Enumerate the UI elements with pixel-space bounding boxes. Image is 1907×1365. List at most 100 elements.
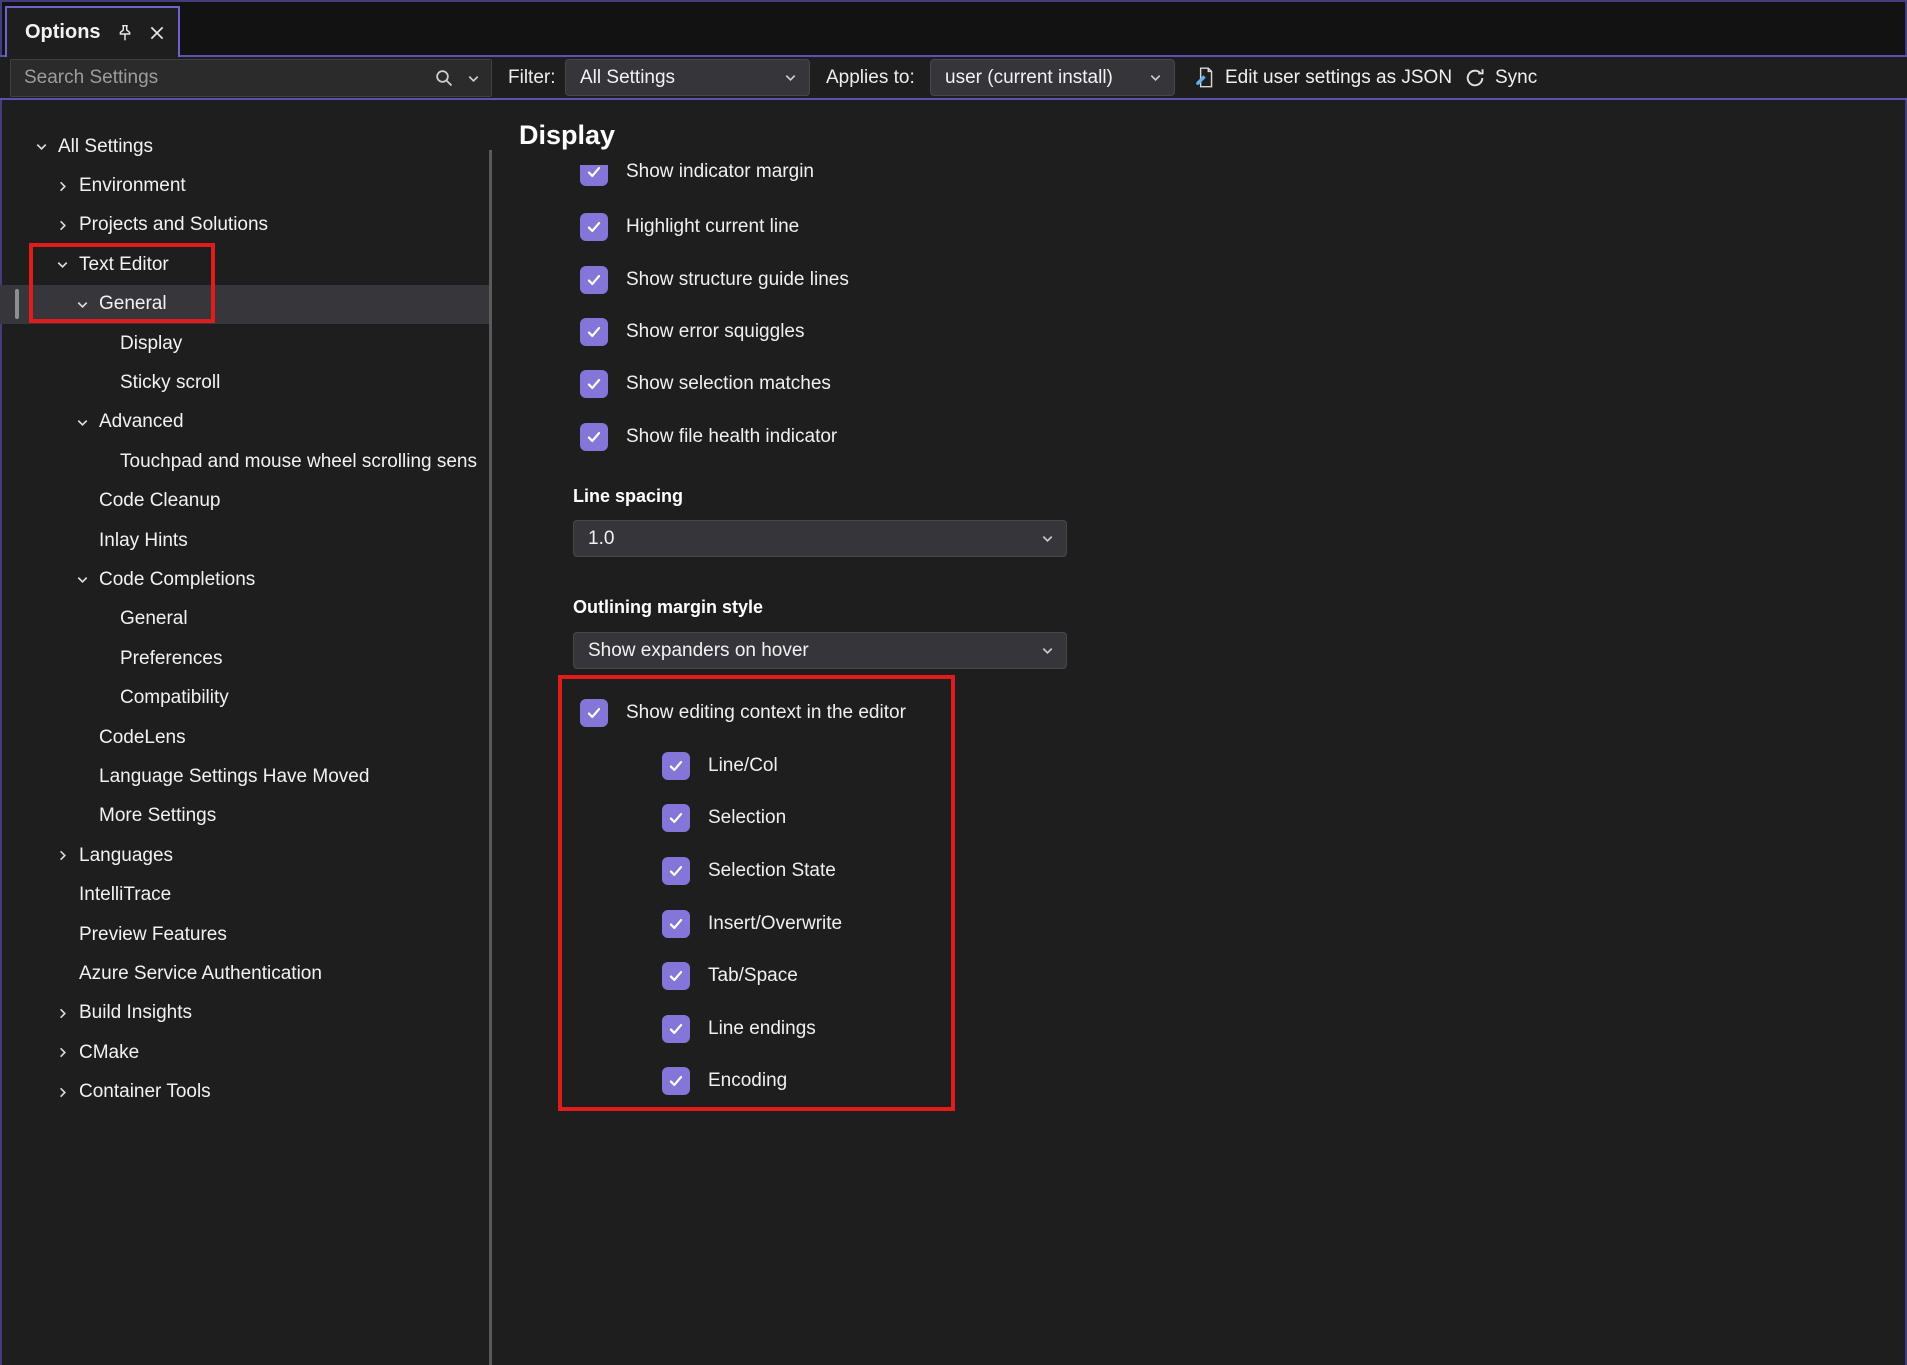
tree-item-label: General [120, 608, 188, 630]
tree-item-label: Sticky scroll [120, 372, 220, 394]
checkbox-line-endings[interactable] [662, 1015, 690, 1043]
tree-item-code-cleanup[interactable]: Code Cleanup [0, 482, 489, 521]
chevron-down-icon[interactable] [75, 415, 99, 430]
search-icon[interactable] [434, 68, 454, 88]
sync-label: Sync [1495, 67, 1537, 89]
tree-item-label: Environment [79, 175, 186, 197]
tree-item-label: All Settings [58, 136, 153, 158]
chevron-down-icon[interactable] [75, 297, 99, 312]
chevron-down-icon [1040, 531, 1055, 546]
tree-item-projects-and-solutions[interactable]: Projects and Solutions [0, 206, 489, 245]
tree-item-build-insights[interactable]: Build Insights [0, 994, 489, 1033]
applies-to-dropdown[interactable]: user (current install) [930, 59, 1175, 96]
checkbox-label: Show error squiggles [626, 321, 804, 343]
tree-item-display[interactable]: Display [0, 324, 489, 363]
filter-dropdown[interactable]: All Settings [565, 59, 810, 96]
chevron-down-icon[interactable] [75, 572, 99, 587]
chevron-right-icon[interactable] [55, 179, 79, 194]
tree-item-preferences[interactable]: Preferences [0, 639, 489, 678]
outlining-margin-style-value: Show expanders on hover [588, 640, 809, 662]
applies-to-label: Applies to: [826, 57, 915, 98]
tree-item-languages[interactable]: Languages [0, 836, 489, 875]
chevron-right-icon[interactable] [55, 1006, 79, 1021]
tree-item-codelens[interactable]: CodeLens [0, 718, 489, 757]
tree-scrollbar[interactable] [489, 150, 492, 1365]
annotation-box-editing-context [558, 675, 955, 1111]
chevron-down-icon [783, 70, 798, 85]
checkbox-label: Insert/Overwrite [708, 913, 842, 935]
edit-settings-json-label: Edit user settings as JSON [1225, 67, 1452, 89]
sync-button[interactable]: Sync [1464, 57, 1537, 98]
pin-icon[interactable] [116, 24, 134, 42]
tree-item-label: CodeLens [99, 727, 186, 749]
chevron-down-icon[interactable] [55, 257, 79, 272]
filter-label: Filter: [508, 57, 556, 98]
outlining-margin-style-dropdown[interactable]: Show expanders on hover [573, 632, 1067, 669]
tree-item-language-settings-moved[interactable]: Language Settings Have Moved [0, 757, 489, 796]
tree-item-sticky-scroll[interactable]: Sticky scroll [0, 363, 489, 402]
tree-item-label: Compatibility [120, 687, 229, 709]
setting-row: Show selection matches [580, 370, 831, 398]
checkbox-selection[interactable] [662, 804, 690, 832]
tree-item-preview-features[interactable]: Preview Features [0, 915, 489, 954]
checkbox-label: Highlight current line [626, 216, 799, 238]
checkbox-show-indicator-margin[interactable] [580, 158, 608, 186]
search-input[interactable] [11, 67, 422, 89]
tree-item-more-settings[interactable]: More Settings [0, 797, 489, 836]
options-tab[interactable]: Options [5, 6, 180, 57]
sync-icon [1464, 67, 1486, 89]
setting-row: Line/Col [662, 752, 778, 780]
checkbox-insert-overwrite[interactable] [662, 910, 690, 938]
tree-item-code-completions-general[interactable]: General [0, 600, 489, 639]
tree-item-inlay-hints[interactable]: Inlay Hints [0, 521, 489, 560]
tree-item-touchpad-scrolling[interactable]: Touchpad and mouse wheel scrolling sens [0, 442, 489, 481]
tree-item-environment[interactable]: Environment [0, 166, 489, 205]
display-settings-panel: Display Show indicator margin Highlight … [492, 100, 1907, 1365]
tree-item-text-editor[interactable]: Text Editor [0, 245, 489, 284]
checkbox-line-col[interactable] [662, 752, 690, 780]
chevron-right-icon[interactable] [55, 1045, 79, 1060]
checkbox-label: Show structure guide lines [626, 269, 849, 291]
tree-item-azure-service-authentication[interactable]: Azure Service Authentication [0, 954, 489, 993]
checkbox-label: Line endings [708, 1018, 816, 1040]
checkbox-show-editing-context[interactable] [580, 699, 608, 727]
checkbox-show-file-health-indicator[interactable] [580, 423, 608, 451]
checkbox-selection-state[interactable] [662, 857, 690, 885]
tree-item-all-settings[interactable]: All Settings [0, 127, 489, 166]
tree-item-container-tools[interactable]: Container Tools [0, 1072, 489, 1111]
tree-item-compatibility[interactable]: Compatibility [0, 678, 489, 717]
line-spacing-dropdown[interactable]: 1.0 [573, 520, 1067, 557]
tree-item-label: Advanced [99, 411, 184, 433]
checkbox-show-selection-matches[interactable] [580, 370, 608, 398]
chevron-down-icon [1148, 70, 1163, 85]
tree-item-label: Display [120, 333, 182, 355]
close-icon[interactable] [148, 24, 166, 42]
tree-item-cmake[interactable]: CMake [0, 1033, 489, 1072]
search-box[interactable] [10, 59, 492, 97]
tree-item-label: CMake [79, 1042, 139, 1064]
chevron-right-icon[interactable] [55, 848, 79, 863]
edit-settings-json-button[interactable]: Edit user settings as JSON [1194, 57, 1452, 98]
tree-item-intellitrace[interactable]: IntelliTrace [0, 875, 489, 914]
tree-item-label: Code Cleanup [99, 490, 220, 512]
tree-item-general[interactable]: General [0, 285, 489, 324]
chevron-right-icon[interactable] [55, 1085, 79, 1100]
tree-item-label: Text Editor [79, 254, 169, 276]
tree-item-label: Projects and Solutions [79, 214, 268, 236]
checkbox-tab-space[interactable] [662, 962, 690, 990]
setting-row: Show editing context in the editor [580, 699, 906, 727]
checkbox-show-structure-guide-lines[interactable] [580, 266, 608, 294]
setting-row: Show error squiggles [580, 318, 804, 346]
chevron-down-icon[interactable] [466, 71, 481, 86]
tree-item-label: Preferences [120, 648, 222, 670]
tree-item-advanced[interactable]: Advanced [0, 403, 489, 442]
chevron-down-icon[interactable] [34, 139, 58, 154]
checkbox-highlight-current-line[interactable] [580, 213, 608, 241]
tree-item-label: Azure Service Authentication [79, 963, 322, 985]
tree-item-code-completions[interactable]: Code Completions [0, 560, 489, 599]
line-spacing-value: 1.0 [588, 528, 614, 550]
setting-row: Insert/Overwrite [662, 910, 842, 938]
checkbox-show-error-squiggles[interactable] [580, 318, 608, 346]
chevron-right-icon[interactable] [55, 218, 79, 233]
checkbox-encoding[interactable] [662, 1067, 690, 1095]
